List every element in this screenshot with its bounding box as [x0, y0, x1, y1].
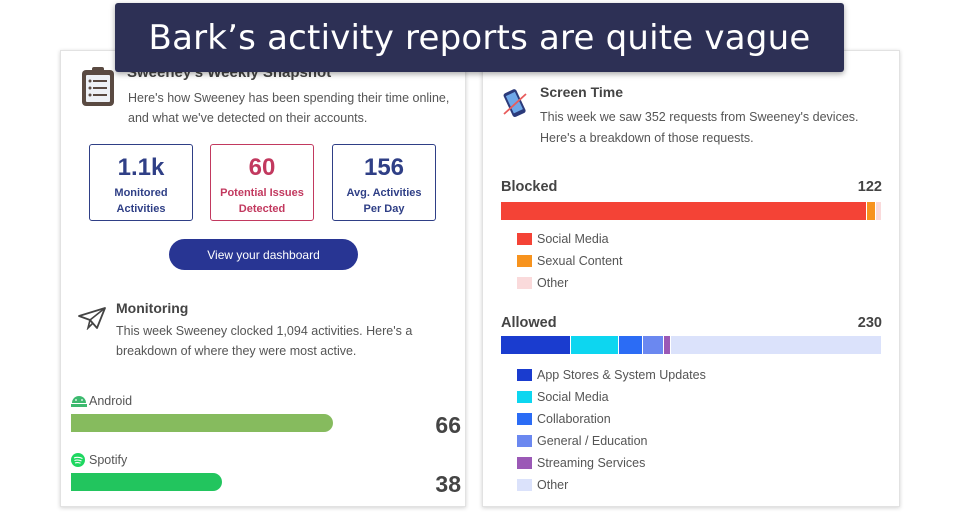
allowed-label: Allowed [501, 315, 557, 331]
legend-label: General / Education [537, 434, 648, 448]
blocked-label: Blocked [501, 179, 558, 195]
blocked-total: 122 [857, 179, 882, 195]
app-name: Spotify [89, 453, 128, 467]
clipboard-icon [82, 67, 114, 106]
stat-value: 60 [248, 154, 276, 181]
stat-label-line1: Potential Issues [220, 187, 304, 199]
stat-avg-activities: 156 Avg. Activities Per Day [332, 144, 436, 221]
snapshot-description: Here's how Sweeney has been spending the… [128, 91, 450, 125]
legend-item-social-media: Social Media [517, 386, 706, 408]
app-row-spotify: Spotify 38 [71, 453, 461, 513]
monitoring-description: This week Sweeney clocked 1,094 activiti… [116, 324, 413, 358]
stat-value: 156 [363, 154, 405, 181]
legend-label: Collaboration [537, 412, 611, 426]
bar-segment-general-education [642, 336, 664, 354]
legend-item-other: Other [517, 474, 706, 496]
legend-swatch [517, 413, 532, 425]
legend-swatch [517, 391, 532, 403]
android-icon [71, 396, 87, 407]
stat-label-line2: Per Day [363, 203, 405, 215]
screen-time-card: Screen Time This week we saw 352 request… [482, 50, 900, 507]
bar-segment-collaboration [618, 336, 642, 354]
legend-label: Social Media [537, 232, 609, 246]
app-count: 38 [435, 471, 461, 497]
legend-label: Other [537, 478, 569, 492]
allowed-total: 230 [857, 315, 882, 331]
app-name: Android [89, 394, 133, 408]
stat-potential-issues: 60 Potential Issues Detected [210, 144, 314, 221]
bar-segment-social-media [501, 202, 866, 220]
legend-label: Social Media [537, 390, 609, 404]
bar-segment-streaming-services [664, 336, 670, 354]
app-activity-bar [71, 414, 333, 432]
stat-label-line2: Activities [116, 203, 166, 215]
spotify-icon [71, 453, 85, 467]
allowed-header: Allowed 230 [501, 315, 882, 331]
legend-swatch [517, 479, 532, 491]
legend-item-collaboration: Collaboration [517, 408, 706, 430]
legend-item-other: Other [517, 272, 622, 294]
stat-label-line1: Avg. Activities [346, 187, 422, 199]
legend-label: Other [537, 276, 569, 290]
stat-value: 1.1k [117, 154, 165, 181]
screen-time-title: Screen Time [540, 84, 624, 100]
stat-label-line2: Detected [238, 203, 286, 215]
bar-segment-app-stores-system-updates [501, 336, 570, 354]
app-count: 66 [435, 412, 461, 438]
monitoring-title: Monitoring [116, 300, 189, 316]
allowed-legend: App Stores & System Updates Social Media C… [517, 364, 706, 496]
bar-segment-other [671, 336, 881, 354]
legend-swatch [517, 255, 532, 267]
app-activity-bar [71, 473, 222, 491]
screen-time-description: This week we saw 352 requests from Sween… [540, 110, 859, 145]
view-dashboard-button[interactable]: View your dashboard [169, 239, 358, 270]
headline-banner: Bark’s activity reports are quite vague [115, 3, 844, 72]
stat-monitored-activities: 1.1k Monitored Activities [89, 144, 193, 221]
legend-item-app-stores-system-updates: App Stores & System Updates [517, 364, 706, 386]
allowed-stacked-bar [501, 336, 882, 354]
phone-blocked-icon [503, 89, 527, 118]
bar-segment-other [876, 202, 881, 220]
legend-swatch [517, 277, 532, 289]
blocked-header: Blocked 122 [501, 179, 882, 195]
stat-label-line1: Monitored [114, 187, 168, 199]
legend-item-streaming-services: Streaming Services [517, 452, 706, 474]
legend-label: Streaming Services [537, 456, 646, 470]
legend-swatch [517, 457, 532, 469]
weekly-snapshot-card: Sweeney's Weekly Snapshot Here's how Swe… [60, 50, 466, 507]
bar-segment-social-media [570, 336, 618, 354]
headline-text: Bark’s activity reports are quite vague [148, 17, 811, 58]
legend-item-general-education: General / Education [517, 430, 706, 452]
blocked-legend: Social Media Sexual Content Other [517, 228, 622, 294]
app-row-android: Android 66 [71, 394, 461, 454]
legend-swatch [517, 369, 532, 381]
legend-item-social-media: Social Media [517, 228, 622, 250]
blocked-stacked-bar [501, 202, 882, 220]
legend-label: App Stores & System Updates [537, 368, 706, 382]
legend-item-sexual-content: Sexual Content [517, 250, 622, 272]
paper-plane-icon [78, 307, 106, 330]
bar-segment-sexual-content [866, 202, 876, 220]
legend-swatch [517, 233, 532, 245]
legend-swatch [517, 435, 532, 447]
legend-label: Sexual Content [537, 254, 623, 268]
